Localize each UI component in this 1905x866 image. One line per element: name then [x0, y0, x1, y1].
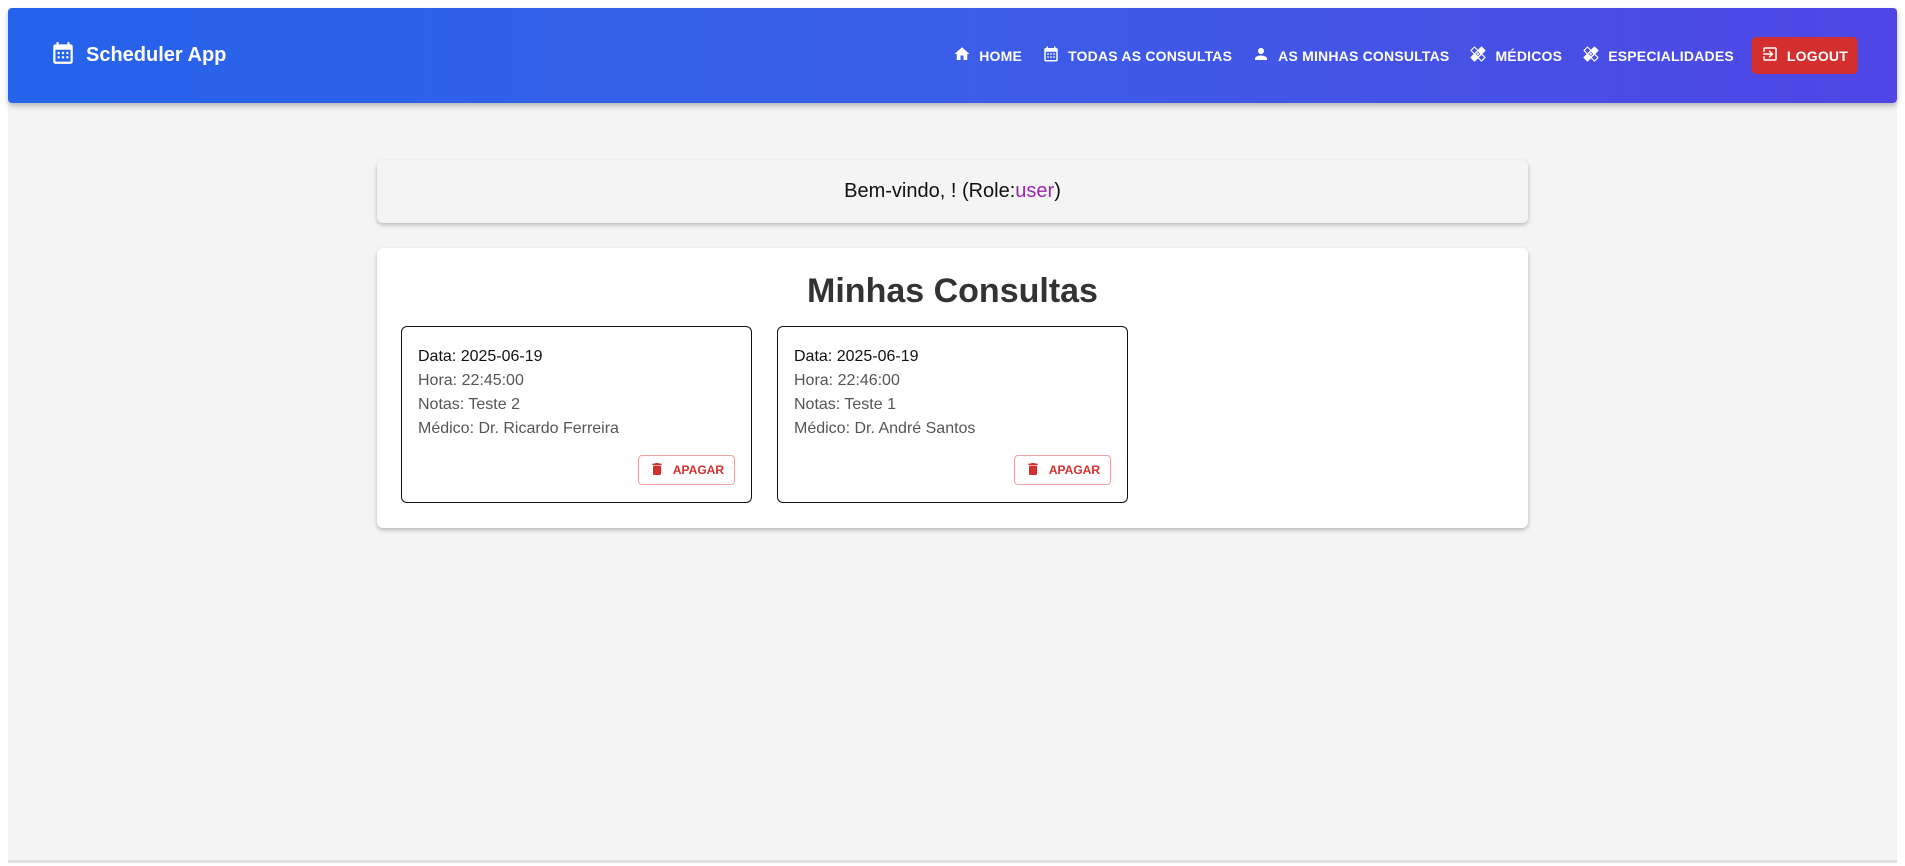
app-frame: Scheduler App HOME TODAS AS CONSULTAS AS… — [8, 8, 1897, 863]
nav-my-appointments-label: AS MINHAS CONSULTAS — [1278, 47, 1450, 64]
person-icon — [1252, 45, 1270, 66]
logout-label: LOGOUT — [1786, 47, 1848, 64]
main-nav: HOME TODAS AS CONSULTAS AS MINHAS CONSUL… — [945, 37, 1857, 74]
role-value: user — [1015, 180, 1055, 202]
logout-button[interactable]: LOGOUT — [1751, 37, 1857, 74]
appointments-panel: Minhas Consultas Data: 2025-06-19 Hora: … — [377, 248, 1528, 528]
nav-home-label: HOME — [979, 47, 1023, 64]
calendar-icon — [50, 40, 76, 72]
nav-doctors[interactable]: MÉDICOS — [1461, 37, 1570, 74]
app-bar: Scheduler App HOME TODAS AS CONSULTAS AS… — [8, 8, 1897, 103]
delete-label: APAGAR — [672, 463, 724, 477]
healing-icon — [1469, 45, 1487, 66]
nav-my-appointments[interactable]: AS MINHAS CONSULTAS — [1244, 37, 1457, 74]
delete-label: APAGAR — [1048, 463, 1100, 477]
appointment-card: Data: 2025-06-19 Hora: 22:45:00 Notas: T… — [401, 326, 752, 503]
appointment-details: Data: 2025-06-19 Hora: 22:45:00 Notas: T… — [418, 345, 619, 441]
app-title: Scheduler App — [86, 44, 227, 66]
trash-icon — [1025, 461, 1041, 480]
nav-specialties[interactable]: ESPECIALIDADES — [1574, 37, 1742, 74]
appointment-date: Data: 2025-06-19 — [794, 348, 919, 365]
calendar-icon — [1042, 45, 1060, 66]
delete-button[interactable]: APAGAR — [637, 455, 735, 485]
brand[interactable]: Scheduler App — [50, 40, 226, 72]
appointment-date: Data: 2025-06-19 — [418, 348, 543, 365]
delete-button[interactable]: APAGAR — [1013, 455, 1111, 485]
trash-icon — [649, 461, 665, 480]
nav-doctors-label: MÉDICOS — [1495, 47, 1563, 64]
logout-icon — [1761, 45, 1779, 66]
appointment-time: Hora: 22:45:00 — [418, 372, 524, 389]
nav-all-appointments-label: TODAS AS CONSULTAS — [1068, 47, 1233, 64]
healing-icon — [1582, 45, 1600, 66]
appointment-time: Hora: 22:46:00 — [794, 372, 900, 389]
appointment-notes: Notas: Teste 1 — [794, 396, 896, 413]
appointment-details: Data: 2025-06-19 Hora: 22:46:00 Notas: T… — [794, 345, 975, 441]
nav-specialties-label: ESPECIALIDADES — [1608, 47, 1734, 64]
nav-home[interactable]: HOME — [945, 37, 1030, 74]
appointment-doctor: Médico: Dr. Ricardo Ferreira — [418, 420, 619, 437]
nav-all-appointments[interactable]: TODAS AS CONSULTAS — [1034, 37, 1240, 74]
appointment-card: Data: 2025-06-19 Hora: 22:46:00 Notas: T… — [777, 326, 1128, 503]
home-icon — [953, 45, 971, 66]
welcome-banner: Bem-vindo, ! (Role: user ) — [377, 160, 1528, 223]
welcome-prefix: Bem-vindo, ! (Role: — [844, 180, 1016, 202]
welcome-suffix: ) — [1054, 180, 1061, 202]
page-title: Minhas Consultas — [807, 272, 1098, 310]
appointment-doctor: Médico: Dr. André Santos — [794, 420, 976, 437]
appointment-notes: Notas: Teste 2 — [418, 396, 520, 413]
